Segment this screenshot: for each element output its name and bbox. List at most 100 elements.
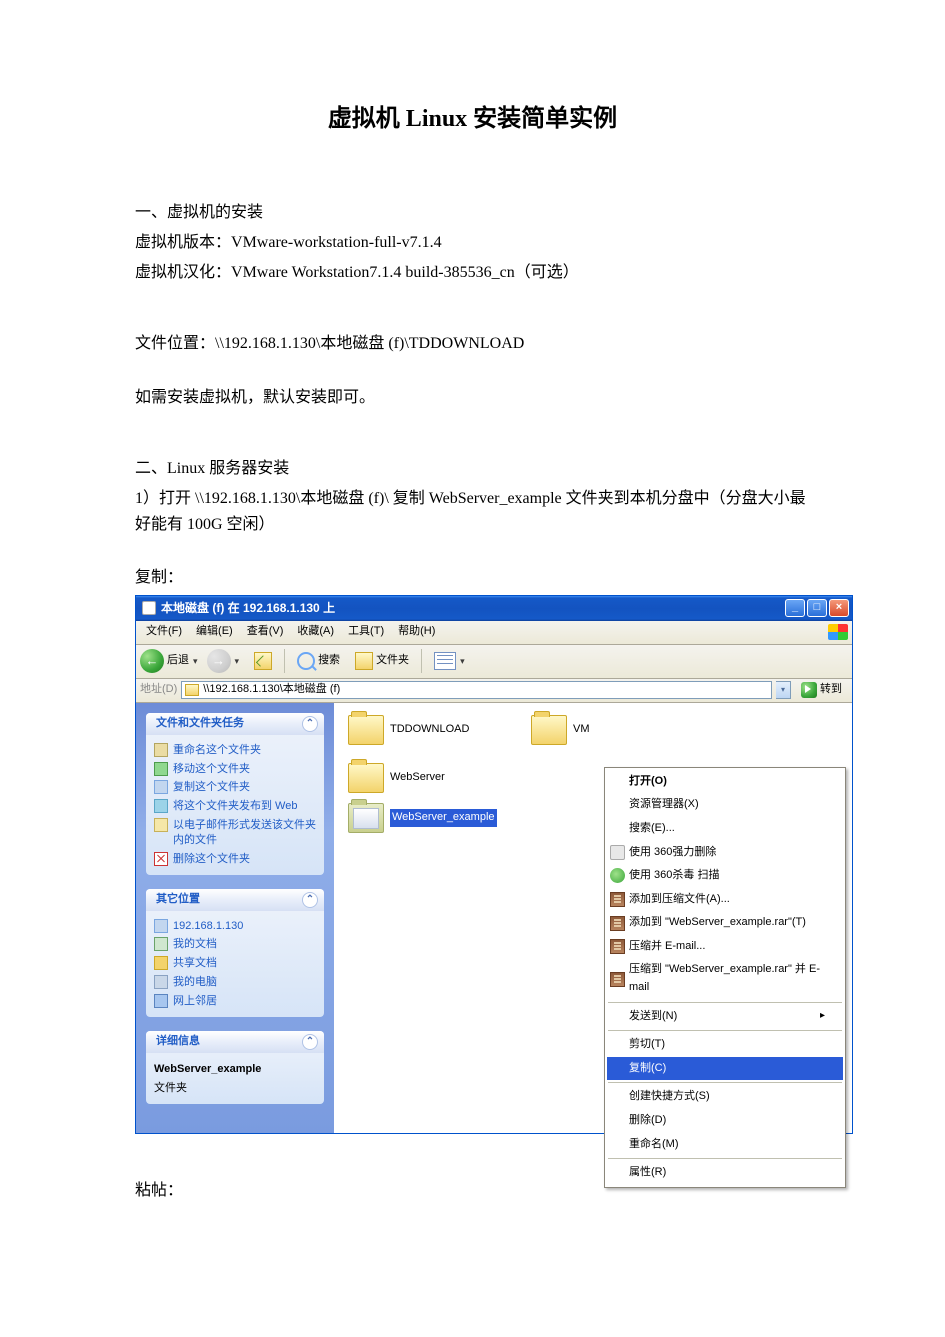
ctx-explorer[interactable]: 资源管理器(X) [607, 793, 843, 817]
task-move-label: 移动这个文件夹 [173, 762, 250, 777]
close-button[interactable]: × [829, 599, 849, 617]
ctx-properties[interactable]: 属性(R) [607, 1161, 843, 1185]
panel-tasks-title: 文件和文件夹任务 [156, 715, 244, 733]
addressbar: 地址(D) \\192.168.1.130\本地磁盘 (f) ▾ 转到 [136, 679, 852, 703]
windows-logo-icon [828, 624, 848, 640]
ctx-delete[interactable]: 删除(D) [607, 1109, 843, 1133]
ctx-copy[interactable]: 复制(C) [607, 1057, 843, 1081]
ctx-sendto[interactable]: 发送到(N)▸ [607, 1005, 843, 1029]
vm-cn-value: VMware Workstation7.1.4 build-385536_cn（… [231, 264, 579, 281]
menu-help[interactable]: 帮助(H) [392, 621, 441, 643]
collapse-icon-2[interactable]: ⌃ [302, 892, 318, 908]
collapse-icon[interactable]: ⌃ [302, 716, 318, 732]
folder-webserver[interactable]: WebServer [348, 763, 513, 793]
ctx-separator [608, 1002, 842, 1003]
menu-view[interactable]: 查看(V) [241, 621, 290, 643]
task-publish[interactable]: 将这个文件夹发布到 Web [154, 797, 316, 816]
ctx-add-rar[interactable]: 添加到 "WebServer_example.rar"(T) [607, 911, 843, 935]
vm-version-label: 虚拟机版本： [135, 234, 231, 251]
go-button[interactable]: 转到 [795, 679, 848, 701]
place-mydocs[interactable]: 我的文档 [154, 935, 316, 954]
menu-edit[interactable]: 编辑(E) [190, 621, 239, 643]
rename-icon [154, 743, 168, 757]
folder-vm[interactable]: VM [531, 715, 696, 745]
views-dropdown-icon: ▾ [460, 654, 465, 668]
task-email[interactable]: 以电子邮件形式发送该文件夹内的文件 [154, 816, 316, 850]
shared-icon [154, 956, 168, 970]
panel-places-title: 其它位置 [156, 891, 200, 909]
search-icon [297, 652, 315, 670]
forward-button[interactable]: → ▾ [201, 645, 246, 677]
mypc-icon [154, 975, 168, 989]
address-input[interactable]: \\192.168.1.130\本地磁盘 (f) [181, 681, 772, 699]
rar-icon [610, 939, 625, 954]
up-button[interactable] [248, 648, 278, 674]
context-menu: 打开(O) 资源管理器(X) 搜索(E)... 使用 360强力删除 使用 36… [604, 767, 846, 1188]
ctx-separator [608, 1082, 842, 1083]
folders-icon [355, 652, 373, 670]
menu-tools[interactable]: 工具(T) [342, 621, 390, 643]
ctx-shred[interactable]: 使用 360强力删除 [607, 841, 843, 865]
views-button[interactable]: ▾ [428, 648, 471, 674]
task-delete[interactable]: 删除这个文件夹 [154, 850, 316, 869]
address-value: \\192.168.1.130\本地磁盘 (f) [203, 681, 340, 699]
ctx-zip-rar-email[interactable]: 压缩到 "WebServer_example.rar" 并 E-mail [607, 958, 843, 999]
ctx-add-archive-label: 添加到压缩文件(A)... [629, 891, 730, 909]
toolbar-separator [284, 649, 285, 673]
task-rename-label: 重命名这个文件夹 [173, 743, 261, 758]
menu-favorites[interactable]: 收藏(A) [291, 621, 340, 643]
task-email-label: 以电子邮件形式发送该文件夹内的文件 [173, 818, 316, 848]
go-label: 转到 [820, 681, 842, 699]
folder-up-icon [254, 652, 272, 670]
maximize-button[interactable]: □ [807, 599, 827, 617]
delete-icon [154, 852, 168, 866]
section1-heading: 一、虚拟机的安装 [135, 200, 810, 226]
ctx-search[interactable]: 搜索(E)... [607, 817, 843, 841]
folder-icon [348, 715, 384, 745]
toolbar: ← 后退 ▾ → ▾ 搜索 文件夹 ▾ [136, 645, 852, 679]
mydocs-icon [154, 937, 168, 951]
file-location-label: 文件位置： [135, 335, 215, 352]
collapse-icon-3[interactable]: ⌃ [302, 1034, 318, 1050]
place-mypc-label: 我的电脑 [173, 975, 217, 990]
ctx-zip-email[interactable]: 压缩并 E-mail... [607, 935, 843, 959]
ctx-add-archive[interactable]: 添加到压缩文件(A)... [607, 888, 843, 912]
window-icon [142, 601, 156, 615]
menu-file[interactable]: 文件(F) [140, 621, 188, 643]
vm-cn-label: 虚拟机汉化： [135, 264, 231, 281]
ctx-scan[interactable]: 使用 360杀毒 扫描 [607, 864, 843, 888]
views-icon [434, 652, 456, 670]
place-host[interactable]: 192.168.1.130 [154, 917, 316, 936]
back-button[interactable]: ← 后退 ▾ [140, 649, 198, 673]
minimize-button[interactable]: _ [785, 599, 805, 617]
ctx-shortcut[interactable]: 创建快捷方式(S) [607, 1085, 843, 1109]
ctx-rename[interactable]: 重命名(M) [607, 1133, 843, 1157]
task-rename[interactable]: 重命名这个文件夹 [154, 741, 316, 760]
task-copy[interactable]: 复制这个文件夹 [154, 778, 316, 797]
titlebar[interactable]: 本地磁盘 (f) 在 192.168.1.130 上 _ □ × [136, 596, 852, 621]
content-area[interactable]: TDDOWNLOAD VM WebServer WebServer_exampl… [334, 703, 852, 1133]
folder-label: WebServer [390, 769, 445, 787]
ctx-cut[interactable]: 剪切(T) [607, 1033, 843, 1057]
copy-label: 复制： [135, 565, 810, 591]
place-nethood[interactable]: 网上邻居 [154, 992, 316, 1011]
place-shared[interactable]: 共享文档 [154, 954, 316, 973]
address-dropdown[interactable]: ▾ [776, 681, 791, 699]
vm-version-value: VMware-workstation-full-v7.1.4 [231, 234, 442, 251]
detail-type: 文件夹 [154, 1080, 316, 1098]
address-folder-icon [185, 684, 199, 696]
section2-step1: 1）打开 \\192.168.1.130\本地磁盘 (f)\ 复制 WebSer… [135, 486, 810, 537]
place-mydocs-label: 我的文档 [173, 937, 217, 952]
task-copy-label: 复制这个文件夹 [173, 780, 250, 795]
panel-places: 其它位置 ⌃ 192.168.1.130 我的文档 共享文档 我的电脑 网上邻居 [146, 889, 324, 1017]
folders-button[interactable]: 文件夹 [349, 648, 415, 674]
folder-icon [531, 715, 567, 745]
ctx-open[interactable]: 打开(O) [607, 770, 843, 794]
panel-details-title: 详细信息 [156, 1033, 200, 1051]
panel-tasks: 文件和文件夹任务 ⌃ 重命名这个文件夹 移动这个文件夹 复制这个文件夹 将这个文… [146, 713, 324, 875]
place-mypc[interactable]: 我的电脑 [154, 973, 316, 992]
task-move[interactable]: 移动这个文件夹 [154, 760, 316, 779]
folder-webserver-example[interactable]: WebServer_example [348, 803, 513, 833]
search-button[interactable]: 搜索 [291, 648, 346, 674]
folder-tddownload[interactable]: TDDOWNLOAD [348, 715, 513, 745]
